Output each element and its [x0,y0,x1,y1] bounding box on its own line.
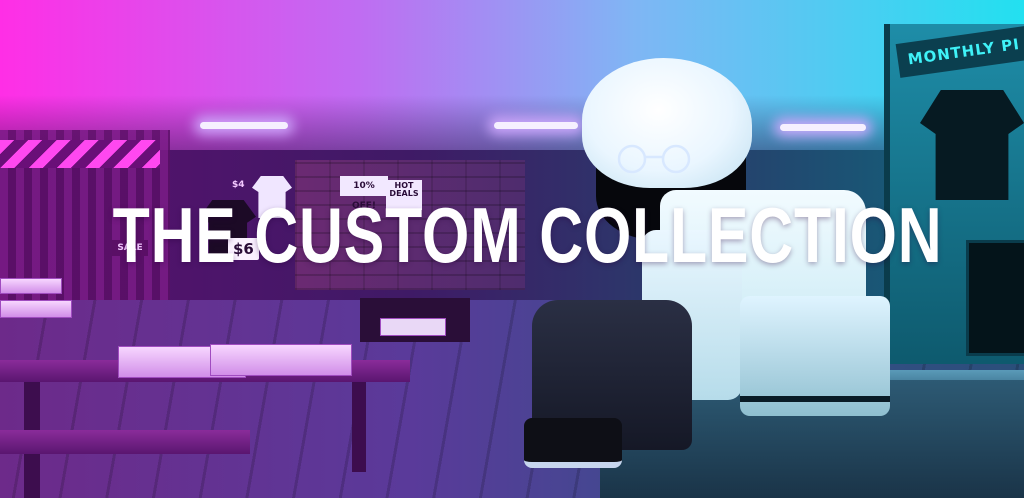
game-scene: 10% OFF! HOT DEALS SALE $6 $4 MONTHLY PI… [0,0,1024,498]
leg-stripe [740,396,890,402]
rack-awning [0,140,160,168]
character-shoe [524,418,622,468]
mannequin-display [380,318,446,336]
ceiling-light-left [200,122,288,129]
glasses-icon [617,144,691,174]
folded-shirts [210,344,352,376]
display-screen [966,240,1024,356]
display-table-front [0,430,250,454]
folded-shirts [0,300,72,318]
ceiling-light-right [780,124,866,131]
price-tag: $4 [232,180,245,190]
table-leg [352,382,366,472]
ceiling-light-center [494,122,578,129]
banner-title: THE CUSTOM COLLECTION [112,191,943,279]
folded-shirts [0,278,62,294]
